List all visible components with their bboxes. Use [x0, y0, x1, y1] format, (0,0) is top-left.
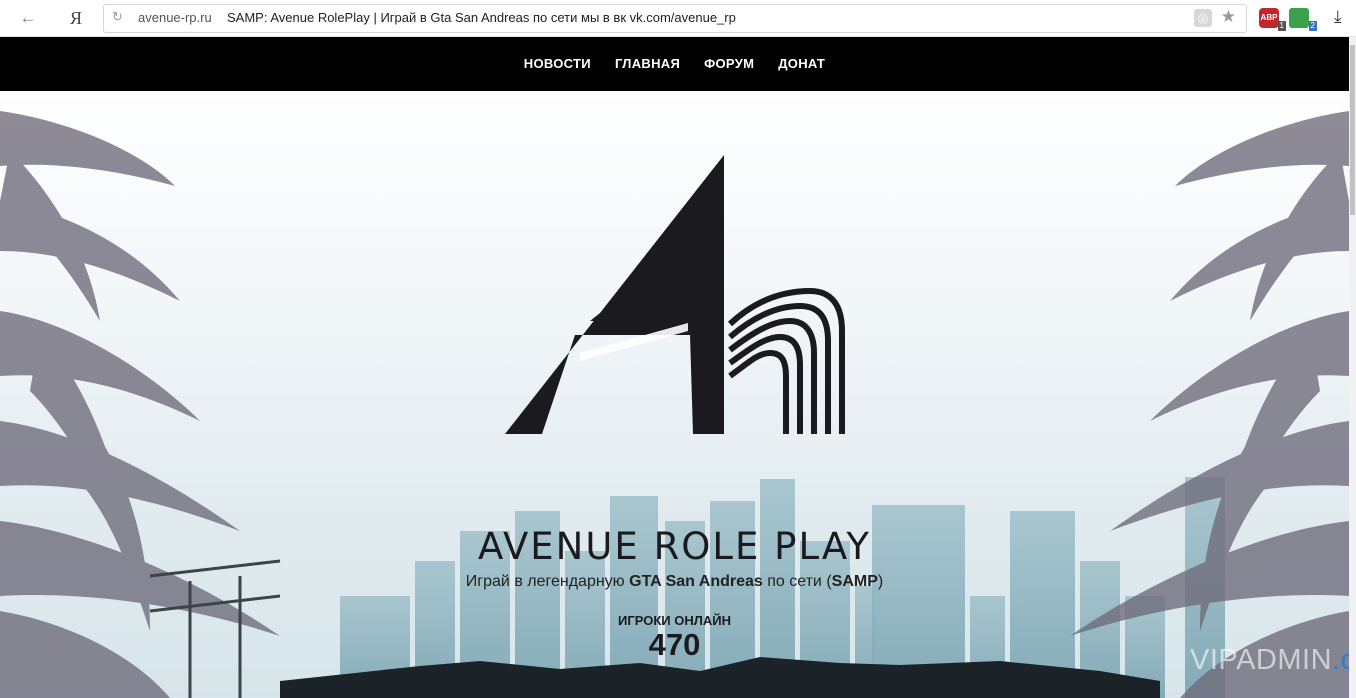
savefrom-count: 2: [1308, 21, 1317, 31]
watermark-domain: .club: [1332, 644, 1349, 676]
subtitle-game-name: GTA San Andreas: [629, 573, 763, 590]
players-online-count: 470: [648, 627, 701, 662]
scrollbar-thumb[interactable]: [1350, 45, 1355, 215]
back-arrow-icon[interactable]: ←: [18, 8, 38, 28]
nav-item-donate[interactable]: ДОНАТ: [778, 56, 825, 71]
address-bar[interactable]: ↻ avenue-rp.ru SAMP: Avenue RolePlay | И…: [103, 4, 1247, 33]
subtitle-text-mid: по сети (: [762, 573, 832, 590]
subtitle-samp: SAMP: [831, 573, 878, 590]
nav-item-forum[interactable]: ФОРУМ: [704, 56, 754, 71]
address-page-title: SAMP: Avenue RolePlay | Играй в Gta San …: [227, 10, 736, 25]
adblock-badge: ABP: [1259, 8, 1279, 28]
hero-section: AVENUE ROLE PLAY Играй в легендарную GTA…: [0, 91, 1349, 698]
address-url: avenue-rp.ru: [138, 10, 212, 25]
subtitle-text-post: ): [877, 573, 884, 590]
hero-background: [0, 111, 1349, 698]
adblock-count: 1: [1277, 21, 1286, 31]
left-palm-leaves: [0, 111, 280, 698]
subtitle-text-pre: Играй в легендарную: [465, 573, 630, 590]
hero-subtitle: Играй в легендарную GTA San Andreas по с…: [0, 573, 1349, 591]
site-navigation: НОВОСТИ ГЛАВНАЯ ФОРУМ ДОНАТ: [0, 37, 1349, 91]
nav-item-home[interactable]: ГЛАВНАЯ: [615, 56, 680, 71]
reload-icon[interactable]: ↻: [112, 9, 123, 25]
globe-icon[interactable]: ◎: [1194, 9, 1212, 27]
page-scrollbar[interactable]: [1349, 37, 1356, 698]
watermark-main: VIPADMIN: [1190, 644, 1333, 676]
players-online-label: ИГРОКИ ОНЛАЙН: [618, 613, 731, 628]
avenue-logo-icon: [505, 155, 845, 434]
watermark: VIPADMIN.club: [1190, 644, 1349, 677]
nav-menu: НОВОСТИ ГЛАВНАЯ ФОРУМ ДОНАТ: [0, 56, 1349, 71]
bookmark-star-icon[interactable]: ★: [1221, 7, 1236, 27]
download-icon[interactable]: ⤓: [1334, 7, 1342, 27]
nav-item-news[interactable]: НОВОСТИ: [524, 56, 591, 71]
browser-toolbar: ← Я ↻ avenue-rp.ru SAMP: Avenue RolePlay…: [0, 0, 1356, 37]
hero-title: AVENUE ROLE PLAY: [478, 525, 871, 568]
savefrom-extension-icon[interactable]: 2: [1289, 8, 1317, 31]
savefrom-arrow-icon: [1289, 8, 1309, 28]
yandex-logo[interactable]: Я: [66, 8, 86, 28]
adblock-extension-icon[interactable]: ABP 1: [1259, 8, 1286, 31]
